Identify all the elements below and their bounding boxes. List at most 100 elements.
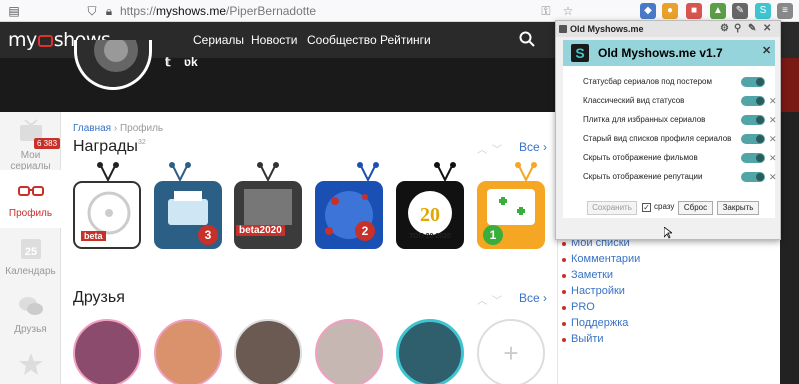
settings-panel: S Old Myshows.me v1.7 ✕ Статусбар сериал… (563, 40, 777, 218)
pin-icon[interactable]: ⚲ (734, 23, 741, 35)
friend-avatar[interactable] (73, 319, 141, 384)
gear-icon[interactable]: ⚙ (720, 23, 729, 35)
friend-avatar[interactable] (234, 319, 302, 384)
svg-text:20: 20 (420, 204, 440, 226)
menu-link-logout[interactable]: Выйти (562, 333, 604, 345)
chevron-down-icon[interactable]: ﹀ (492, 292, 502, 307)
award-badge[interactable]: beta2020 (234, 181, 302, 249)
option-row: Плитка для избранных сериалов ✕ (583, 111, 777, 129)
sidebar-toggle-icon[interactable]: ▤ (6, 3, 22, 19)
url-field[interactable]: https://myshows.me/PiperBernadotte (120, 3, 316, 19)
search-icon[interactable] (519, 31, 535, 47)
award-badge[interactable]: 3 (154, 181, 222, 249)
friends-all-link[interactable]: Все › (519, 291, 547, 305)
option-toggle[interactable] (741, 96, 765, 106)
immediately-checkbox[interactable]: ✓ (642, 203, 651, 212)
friend-avatar[interactable] (315, 319, 383, 384)
star-icon (18, 353, 43, 375)
sidebar-item-profile[interactable]: Профиль (0, 170, 61, 228)
option-toggle[interactable] (741, 77, 765, 87)
nav-news[interactable]: Новости (251, 33, 297, 47)
checkbox-icon (559, 25, 567, 33)
close-button[interactable]: Закрыть (717, 201, 759, 215)
menu-link-settings[interactable]: Настройки (562, 285, 625, 297)
option-row: Старый вид списков профиля сериалов ✕ (583, 130, 777, 148)
remove-option-icon[interactable]: ✕ (769, 149, 777, 167)
menu-link-notes[interactable]: Заметки (561, 269, 613, 281)
extension-popup: Old Myshows.me ⚙ ⚲ ✎ ✕ S Old Myshows.me … (555, 20, 781, 240)
nav-ratings[interactable]: Рейтинги (380, 33, 431, 47)
pencil-icon[interactable]: ✎ (748, 23, 756, 35)
option-toggle[interactable] (741, 115, 765, 125)
twitter-icon[interactable]: 𝕥 (165, 56, 178, 69)
award-badge[interactable]: beta (73, 181, 141, 249)
calendar-icon: 25 (20, 239, 41, 259)
add-friend-button[interactable]: + (477, 319, 545, 384)
sidebar-item-calendar[interactable]: 25 Календарь (0, 228, 61, 286)
old-myshows-extension-icon[interactable]: S (755, 3, 771, 19)
sidebar-item-label: Мои сериалы (10, 150, 51, 172)
remove-option-icon[interactable]: ✕ (769, 130, 777, 148)
menu-link-support[interactable]: Поддержка (561, 317, 628, 329)
shield-icon[interactable]: ⛉ (84, 3, 100, 19)
reader-icon[interactable]: ⚿ (538, 3, 554, 19)
vk-icon[interactable]: ʋk (184, 56, 198, 69)
award-badge[interactable]: 2 (315, 181, 383, 249)
award-badge[interactable]: 20 ТОП 20 2020 (396, 181, 464, 249)
option-toggle[interactable] (741, 134, 765, 144)
breadcrumb-current: Профиль (119, 123, 164, 134)
glasses-icon (17, 186, 44, 196)
menu-link-comments[interactable]: Комментарии (561, 253, 640, 265)
bookmark-star-icon[interactable]: ☆ (560, 3, 576, 19)
menu-icon[interactable]: ≡ (777, 3, 793, 19)
awards-all-link[interactable]: Все › (519, 140, 547, 154)
friend-avatar[interactable] (396, 319, 464, 384)
breadcrumb: Главная › Профиль (73, 123, 164, 134)
virus-icon (325, 191, 373, 239)
remove-option-icon[interactable]: ✕ (769, 92, 777, 110)
left-sidebar: 6 383 Мои сериалы Профиль 25 Календарь Д… (0, 112, 61, 384)
page-background-strip (780, 112, 799, 384)
extension-icon[interactable]: ▲ (710, 3, 726, 19)
chevron-up-icon[interactable]: ︿ (477, 292, 487, 307)
sidebar-item-label: Календарь (5, 266, 56, 277)
close-icon[interactable]: ✕ (763, 23, 771, 35)
extension-icon[interactable]: ✎ (732, 3, 748, 19)
sidebar-item-label: Друзья (14, 324, 47, 335)
series-count-badge: 6 383 (34, 138, 61, 149)
reset-button[interactable]: Сброс (678, 201, 713, 215)
option-toggle[interactable] (741, 172, 765, 182)
sidebar-item-favorites[interactable] (0, 344, 61, 384)
extension-icon[interactable]: ● (662, 3, 678, 19)
antenna-icon (357, 162, 379, 182)
menu-link-pro[interactable]: PRO (562, 301, 595, 313)
chevron-down-icon[interactable]: ﹀ (492, 141, 502, 156)
sidebar-item-friends[interactable]: Друзья (0, 286, 61, 344)
tv-logo-icon (37, 35, 53, 47)
sidebar-item-my-series[interactable]: 6 383 Мои сериалы (0, 112, 61, 172)
option-row: Классический вид статусов ✕ (583, 92, 777, 110)
lock-icon[interactable]: 🔒︎ (101, 3, 117, 19)
antenna-icon (97, 162, 119, 182)
nav-series[interactable]: Сериалы (193, 33, 244, 47)
friend-avatar[interactable] (154, 319, 222, 384)
chevron-up-icon[interactable]: ︿ (477, 141, 487, 156)
extension-icon[interactable]: ◆ (640, 3, 656, 19)
antenna-icon (169, 162, 191, 182)
save-button[interactable]: Сохранить (587, 201, 637, 215)
option-row: Статусбар сериалов под постером (583, 73, 773, 91)
remove-option-icon[interactable]: ✕ (769, 168, 777, 186)
extension-icon[interactable]: ■ (686, 3, 702, 19)
option-row: Скрыть отображение репутации ✕ (583, 168, 777, 186)
option-toggle[interactable] (741, 153, 765, 163)
friends-title: Друзья (73, 289, 125, 306)
award-badge[interactable]: 1 (477, 181, 545, 249)
panel-close-icon[interactable]: ✕ (762, 44, 771, 57)
remove-option-icon[interactable]: ✕ (769, 111, 777, 129)
nav-community[interactable]: Сообщество (307, 33, 377, 47)
breadcrumb-home[interactable]: Главная (73, 123, 111, 134)
antenna-icon (515, 162, 537, 182)
option-row: Скрыть отображение фильмов ✕ (583, 149, 777, 167)
panel-title: Old Myshows.me v1.7 (598, 46, 723, 60)
immediately-label: сразу (654, 202, 675, 211)
